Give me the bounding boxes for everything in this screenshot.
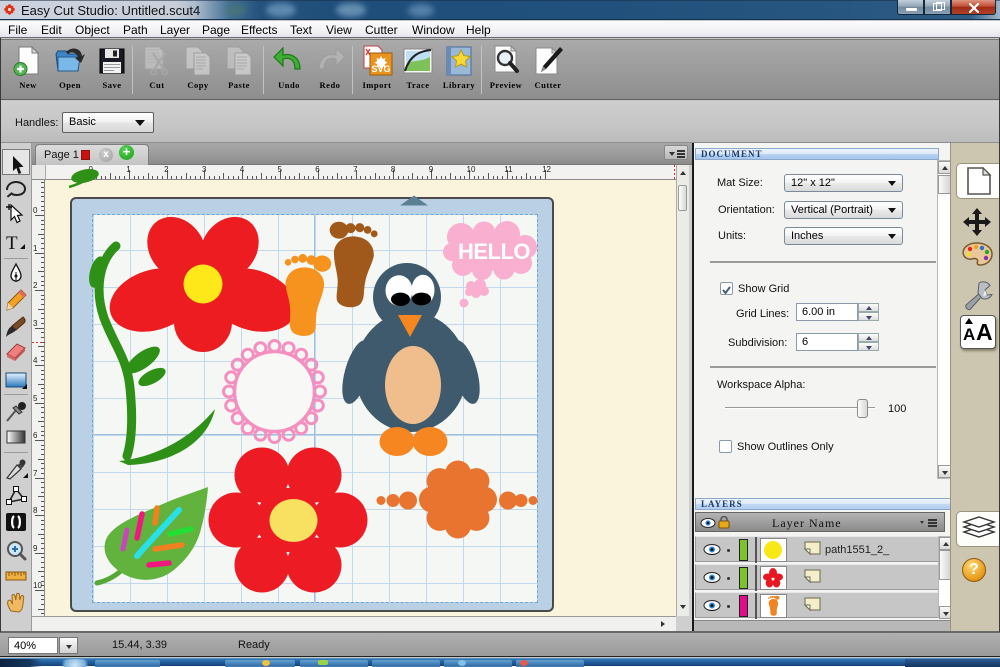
svg-text:SVG: SVG xyxy=(371,64,390,74)
svg-text:HELLO: HELLO xyxy=(458,239,530,264)
svg-text:T: T xyxy=(6,233,18,254)
